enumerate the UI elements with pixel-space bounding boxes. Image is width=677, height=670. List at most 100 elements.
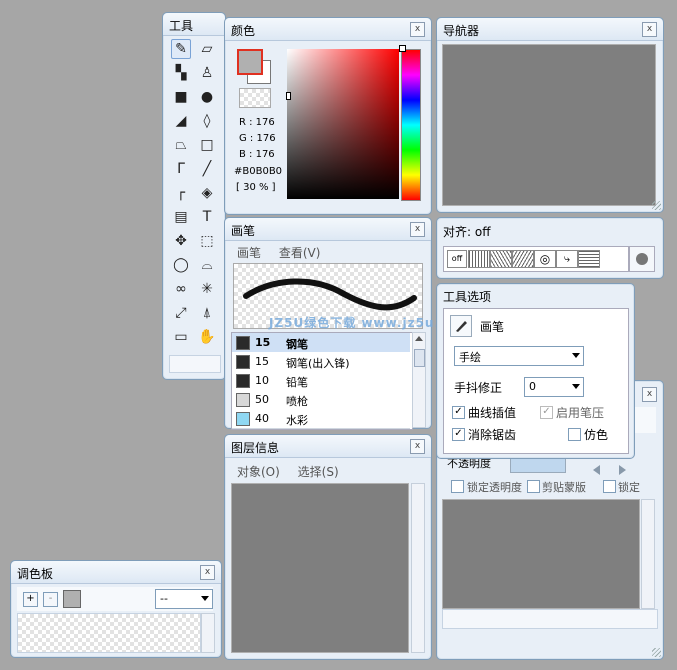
remove-color-button[interactable]: - bbox=[43, 592, 58, 607]
align-perspective-icon[interactable] bbox=[490, 250, 512, 268]
hand-icon[interactable]: ✋ bbox=[197, 327, 217, 347]
freehand-select-icon[interactable]: ∞ bbox=[171, 279, 191, 299]
close-icon[interactable]: x bbox=[200, 565, 215, 580]
layer-list[interactable] bbox=[442, 499, 640, 609]
scroll-thumb[interactable] bbox=[414, 349, 425, 367]
lasso-icon[interactable]: ⌓ bbox=[197, 255, 217, 275]
align-mesh-icon[interactable] bbox=[578, 250, 600, 268]
align-radial-icon[interactable]: ◎ bbox=[534, 250, 556, 268]
layer-info-titlebar[interactable]: 图层信息 x bbox=[225, 435, 431, 458]
eraser-icon[interactable]: ▱ bbox=[197, 39, 217, 59]
palette-current-swatch[interactable] bbox=[63, 590, 81, 608]
transparent-color-swatch[interactable] bbox=[239, 88, 271, 108]
square-fill-icon[interactable]: ■ bbox=[171, 87, 191, 107]
layer-info-scrollbar[interactable] bbox=[411, 483, 425, 653]
brush-name: 喷枪 bbox=[286, 395, 308, 408]
layer-list-scrollbar[interactable] bbox=[641, 499, 655, 609]
pseudo-color-checkbox[interactable] bbox=[568, 428, 581, 441]
next-arrow-icon[interactable] bbox=[619, 465, 626, 475]
layer-menu-select[interactable]: 选择(S) bbox=[298, 465, 339, 479]
ellipse-select-icon[interactable]: ◯ bbox=[171, 255, 191, 275]
pen-pressure-checkbox[interactable]: ✓ bbox=[540, 406, 553, 419]
palette-swatch-area[interactable] bbox=[17, 613, 201, 653]
fill-bucket-icon[interactable]: ◈ bbox=[197, 183, 217, 203]
corner-icon[interactable]: ┌ bbox=[171, 183, 191, 203]
line-icon[interactable]: ╱ bbox=[197, 159, 217, 179]
layer-menu-object[interactable]: 对象(O) bbox=[237, 465, 280, 479]
resize-grip-icon[interactable] bbox=[652, 648, 661, 657]
close-icon[interactable]: x bbox=[642, 387, 657, 402]
navigator-panel: 导航器 x bbox=[436, 17, 664, 213]
brush-list-item[interactable]: 50 喷枪 bbox=[232, 390, 410, 410]
resize-grip-icon[interactable] bbox=[652, 201, 661, 210]
palette-scrollbar[interactable] bbox=[201, 613, 215, 653]
align-toggle-button[interactable] bbox=[629, 246, 655, 272]
current-tool-button[interactable] bbox=[450, 315, 472, 337]
brush-panel-titlebar[interactable]: 画笔 x bbox=[225, 218, 431, 241]
stamp-icon[interactable]: ♙ bbox=[197, 63, 217, 83]
move-icon[interactable]: ✥ bbox=[171, 231, 191, 251]
mode-select[interactable]: 手绘 bbox=[454, 346, 584, 366]
gradient-icon[interactable]: ▤ bbox=[171, 207, 191, 227]
brush-panel-title: 画笔 bbox=[231, 224, 256, 238]
brush-list-item[interactable]: 15 钢笔 bbox=[232, 333, 410, 353]
trapezoid-icon[interactable]: ⏢ bbox=[171, 135, 191, 155]
hue-slider[interactable] bbox=[401, 49, 421, 201]
dot-pattern-icon[interactable]: ▚ bbox=[171, 63, 191, 83]
brush-size: 10 bbox=[255, 374, 269, 387]
align-off-button[interactable]: off bbox=[447, 250, 467, 268]
antialias-checkbox[interactable]: ✓ bbox=[452, 428, 465, 441]
brush-name: 水彩 bbox=[286, 414, 308, 427]
lock-transparency-checkbox[interactable] bbox=[451, 480, 464, 493]
ruler-icon[interactable]: ▭ bbox=[171, 327, 191, 347]
stabilizer-select[interactable]: 0 bbox=[524, 377, 584, 397]
navigator-panel-titlebar[interactable]: 导航器 x bbox=[437, 18, 663, 41]
tools-panel-footer bbox=[169, 355, 221, 373]
scroll-up-arrow-icon[interactable] bbox=[415, 336, 423, 341]
brush-list-item[interactable]: 15 钢笔(出入锋) bbox=[232, 352, 410, 372]
align-grid-icon[interactable] bbox=[468, 250, 490, 268]
curve-pen-icon[interactable]: ᒥ bbox=[171, 159, 191, 179]
magic-wand-icon[interactable]: ✳ bbox=[197, 279, 217, 299]
current-tool-name: 画笔 bbox=[480, 320, 505, 334]
navigator-preview[interactable] bbox=[442, 44, 656, 206]
brush-list-scrollbar[interactable] bbox=[412, 332, 426, 428]
tools-panel-titlebar[interactable]: 工具 bbox=[163, 13, 225, 36]
clipping-mask-checkbox[interactable] bbox=[527, 480, 540, 493]
eyedropper-icon[interactable]: ⍋ bbox=[197, 303, 217, 323]
tool-grid: ✎▱▚♙■●◢◊⏢□ᒥ╱┌◈▤T✥⬚◯⌓∞✳⤢⍋▭✋↺ bbox=[169, 39, 221, 369]
quad-fill-icon[interactable]: ◢ bbox=[171, 111, 191, 131]
circle-fill-icon[interactable]: ● bbox=[197, 87, 217, 107]
palette-select[interactable]: -- bbox=[155, 589, 213, 609]
palette-toolbar: + - -- bbox=[17, 587, 213, 611]
close-icon[interactable]: x bbox=[410, 22, 425, 37]
close-icon[interactable]: x bbox=[410, 439, 425, 454]
brush-menu-view[interactable]: 查看(V) bbox=[279, 246, 321, 260]
close-icon[interactable]: x bbox=[642, 22, 657, 37]
align-parallel-icon[interactable] bbox=[512, 250, 534, 268]
palette-panel-titlebar[interactable]: 调色板 x bbox=[11, 561, 221, 584]
transform-icon[interactable]: ⤢ bbox=[171, 303, 191, 323]
stabilizer-value: 0 bbox=[529, 380, 536, 393]
foreground-color-swatch[interactable] bbox=[237, 49, 263, 75]
brush-menubar: 画笔 查看(V) bbox=[237, 244, 334, 261]
color-panel-titlebar[interactable]: 颜色 x bbox=[225, 18, 431, 41]
align-curve-icon[interactable]: ⤷ bbox=[556, 250, 578, 268]
brush-list-item[interactable]: 40 水彩 bbox=[232, 409, 410, 429]
prev-arrow-icon[interactable] bbox=[593, 465, 600, 475]
add-color-button[interactable]: + bbox=[23, 592, 38, 607]
curve-interpolation-checkbox[interactable]: ✓ bbox=[452, 406, 465, 419]
brush-menu-brush[interactable]: 画笔 bbox=[237, 246, 261, 260]
rect-select-icon[interactable]: ⬚ bbox=[197, 231, 217, 251]
close-icon[interactable]: x bbox=[410, 222, 425, 237]
saturation-value-square[interactable] bbox=[287, 49, 399, 199]
curve-interpolation-label: 曲线插值 bbox=[468, 406, 517, 420]
pattern-icon[interactable]: ◊ bbox=[197, 111, 217, 131]
palette-panel: 调色板 x + - -- bbox=[10, 560, 222, 658]
lock-checkbox[interactable] bbox=[603, 480, 616, 493]
red-value: R : 176 bbox=[239, 117, 275, 128]
pen-icon[interactable]: ✎ bbox=[171, 39, 191, 59]
text-icon[interactable]: T bbox=[197, 207, 217, 227]
rect-outline-icon[interactable]: □ bbox=[197, 135, 217, 155]
brush-list-item[interactable]: 10 铅笔 bbox=[232, 371, 410, 391]
